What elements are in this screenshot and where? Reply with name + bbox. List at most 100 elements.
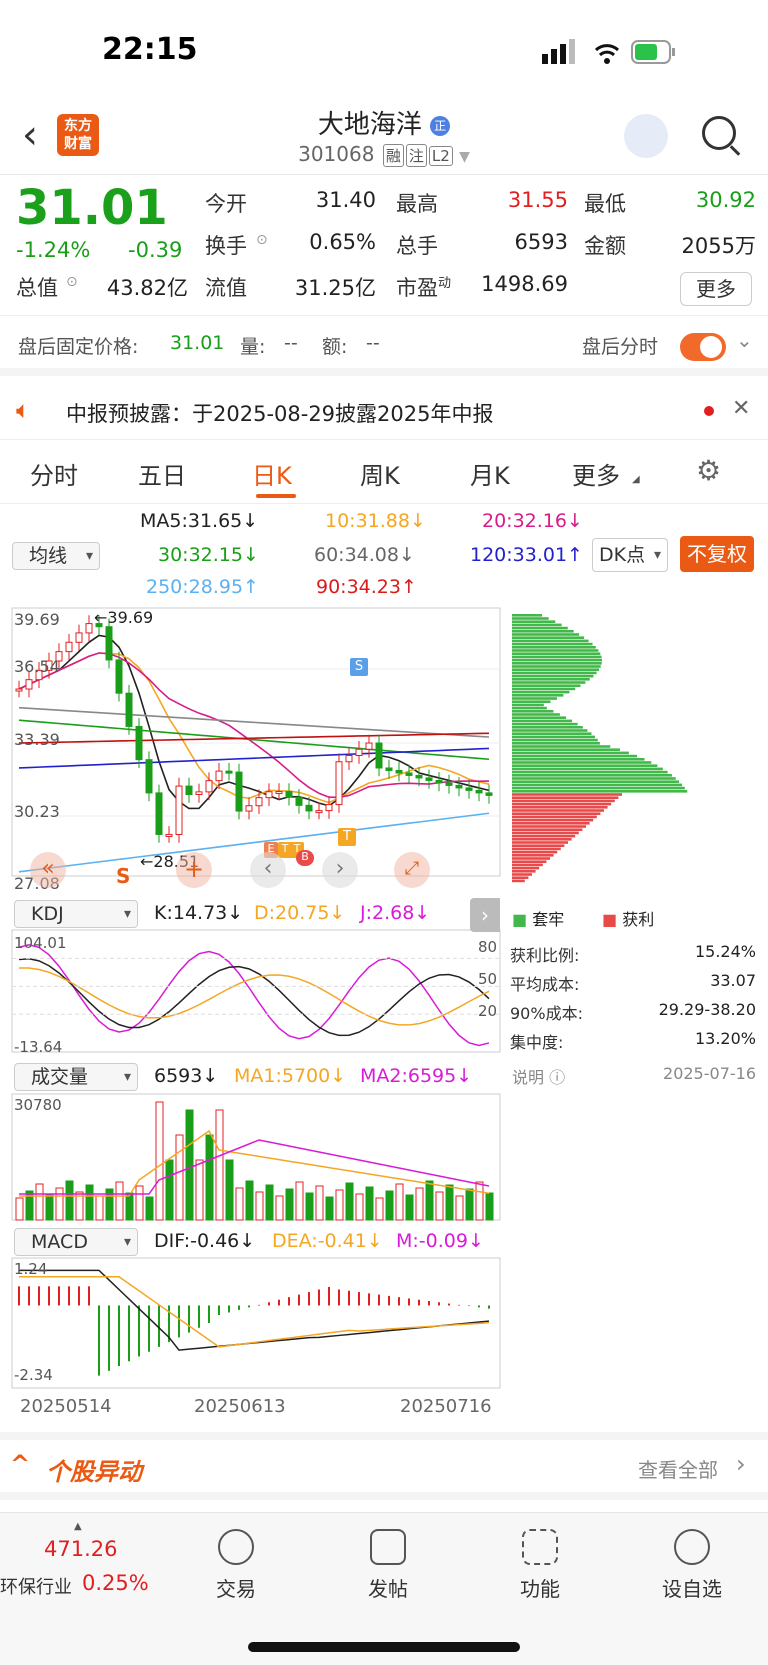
macd-y-bottom: -2.34 (14, 1366, 53, 1384)
pe-label-text: 市盈 (396, 276, 438, 300)
stock-movement-bar[interactable]: ^ 个股异动 查看全部 › (0, 1432, 768, 1500)
chevron-down-icon[interactable]: ▼ (459, 149, 470, 165)
chip-bar (512, 617, 549, 620)
tab-weekly-k[interactable]: 周K (360, 456, 400, 491)
volume-bar (215, 1109, 224, 1221)
chip-bar (512, 745, 611, 748)
volume-bar (95, 1195, 104, 1221)
volume-bar (345, 1182, 354, 1221)
chip-row-label: 获利比例: (510, 946, 580, 965)
volume-y-top: 30780 (14, 1096, 62, 1114)
chip-note[interactable]: 说明 ⓘ (512, 1064, 565, 1088)
volume-bar (415, 1187, 424, 1221)
volume-selector[interactable]: 成交量 (14, 1063, 138, 1091)
volume-bar (265, 1184, 274, 1221)
kdj-selector[interactable]: KDJ (14, 900, 138, 928)
gear-icon[interactable]: ⚙︎ (696, 454, 721, 487)
after-hours-toggle[interactable] (680, 333, 726, 361)
chip-bar (512, 767, 663, 771)
chip-row-label: 平均成本: (510, 975, 580, 994)
zoom-in-icon[interactable]: + (176, 852, 212, 888)
index-name[interactable]: 环保行业 (0, 1573, 72, 1599)
y-label-2: 36.54 (14, 657, 60, 676)
ma60-value: 60:34.08↓ (314, 544, 415, 566)
tab-daily-k[interactable]: 日K (252, 456, 292, 491)
chip-bar (512, 687, 576, 691)
pe-value: 1498.69 (481, 272, 568, 296)
volume-bar (285, 1188, 294, 1221)
candle-body (215, 770, 223, 782)
index-value: 471.26 (44, 1537, 118, 1561)
tab-monthly-k[interactable]: 月K (470, 456, 510, 491)
candle-body (275, 791, 283, 795)
chip-bar (512, 655, 602, 659)
volume-bar (35, 1183, 44, 1221)
adjust-button[interactable]: 不复权 (680, 536, 754, 572)
volume-bar (425, 1180, 434, 1221)
volume-bar (355, 1193, 364, 1221)
trade-icon (218, 1529, 254, 1565)
rewind-icon[interactable]: « (30, 852, 66, 888)
tab-intraday[interactable]: 分时 (30, 456, 78, 491)
candle-body (185, 785, 193, 795)
tab-five-day[interactable]: 五日 (138, 456, 186, 491)
date-start: 20250514 (20, 1396, 112, 1417)
candle-body (355, 748, 363, 757)
chevron-right-icon[interactable]: › (322, 852, 358, 888)
kdj-level-80: 80 (478, 938, 498, 956)
speaker-icon: 🔈︎ (16, 396, 31, 424)
chip-bar (512, 684, 581, 687)
volume-bar (115, 1181, 124, 1221)
view-all-link[interactable]: 查看全部 (638, 1454, 718, 1483)
candle-body (245, 805, 253, 812)
chip-row-value: 29.29-38.20 (658, 1000, 756, 1019)
candle-body (285, 791, 293, 798)
tab-more[interactable]: 更多 (572, 456, 620, 491)
chip-bar (512, 876, 529, 879)
notice-bar[interactable]: 🔈︎ 中报预披露：于2025-08-29披露2025年中报 ✕ (0, 384, 768, 440)
more-button[interactable]: 更多 (680, 272, 752, 306)
chevron-left-icon[interactable]: ‹ (250, 852, 286, 888)
mktcap-label: 总值 (16, 276, 58, 300)
function-label: 功能 (520, 1577, 560, 1601)
expand-icon[interactable]: ⤢ (394, 852, 430, 888)
chip-bar (512, 844, 565, 847)
panel-expand-icon[interactable]: › (470, 898, 500, 932)
volume-bar (275, 1195, 284, 1221)
high-value: 31.55 (507, 188, 568, 212)
kdj-y-top: 104.01 (14, 934, 67, 952)
kdj-k: K:14.73↓ (154, 902, 244, 924)
close-icon[interactable]: ✕ (732, 396, 750, 421)
chevron-down-icon[interactable]: ⌄ (736, 328, 753, 352)
assistant-avatar-icon[interactable] (624, 114, 668, 158)
post-button[interactable]: 发帖 (328, 1529, 448, 1602)
chip-bar (512, 793, 622, 796)
signal-s-marker[interactable]: S (350, 658, 368, 676)
y-label-top: 39.69 (14, 610, 60, 629)
signal-t-marker[interactable]: T (338, 828, 356, 846)
search-icon[interactable] (702, 116, 736, 150)
chip-bar (512, 847, 561, 851)
trade-button[interactable]: 交易 (176, 1529, 296, 1602)
ma30-line (18, 719, 490, 761)
volume-bar (205, 1134, 214, 1221)
chip-bar (512, 838, 572, 841)
macd-selector[interactable]: MACD (14, 1228, 138, 1256)
info-icon[interactable]: ⊙ (256, 232, 268, 248)
ma90-value: 90:34.23↑ (316, 576, 417, 598)
marker-b[interactable]: B (296, 850, 314, 866)
chip-bar (512, 623, 562, 627)
function-button[interactable]: 功能 (480, 1529, 600, 1602)
volume-bar (45, 1194, 54, 1221)
candle-body (25, 679, 33, 690)
chip-bar (512, 674, 594, 678)
dk-selector[interactable]: DK点 (592, 538, 668, 572)
volume-bar (465, 1188, 474, 1221)
info-icon[interactable]: ⊙ (66, 274, 78, 290)
add-watchlist-button[interactable]: 设自选 (632, 1529, 752, 1602)
volume-value: 6593 (514, 230, 568, 254)
candle-body (445, 782, 453, 786)
ma-selector[interactable]: 均线 (12, 542, 100, 570)
chip-bar (512, 706, 547, 710)
chip-bar (512, 658, 602, 662)
